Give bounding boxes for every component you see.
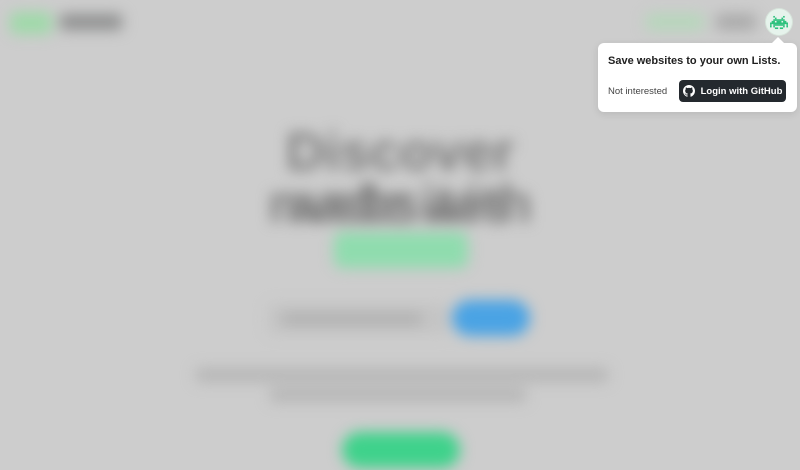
hero-title-line-2: made with <box>267 174 533 234</box>
search-placeholder <box>282 313 422 325</box>
github-icon <box>682 85 695 97</box>
login-github-label: Login with GitHub <box>700 85 783 97</box>
popover-message: Save websites to your own Lists. <box>608 55 781 67</box>
search-button[interactable] <box>452 300 530 336</box>
hero-highlight-tag <box>334 232 468 268</box>
site-logo-text[interactable] <box>60 14 122 30</box>
cta-button[interactable] <box>342 432 460 468</box>
nav-link-secondary[interactable] <box>716 14 756 30</box>
save-lists-popover: Save websites to your own Lists. Not int… <box>598 37 797 112</box>
site-logo-mark[interactable] <box>10 12 52 34</box>
not-interested-link[interactable]: Not interested <box>608 86 667 97</box>
login-github-button[interactable]: Login with GitHub <box>679 80 786 102</box>
user-avatar[interactable] <box>766 9 792 35</box>
page: Discover websites made with Save website… <box>0 0 800 470</box>
hero-description-line-2 <box>270 388 526 402</box>
hero-description-line-1 <box>196 368 608 382</box>
space-invader-icon <box>770 15 788 29</box>
nav-link-primary[interactable] <box>646 14 704 30</box>
